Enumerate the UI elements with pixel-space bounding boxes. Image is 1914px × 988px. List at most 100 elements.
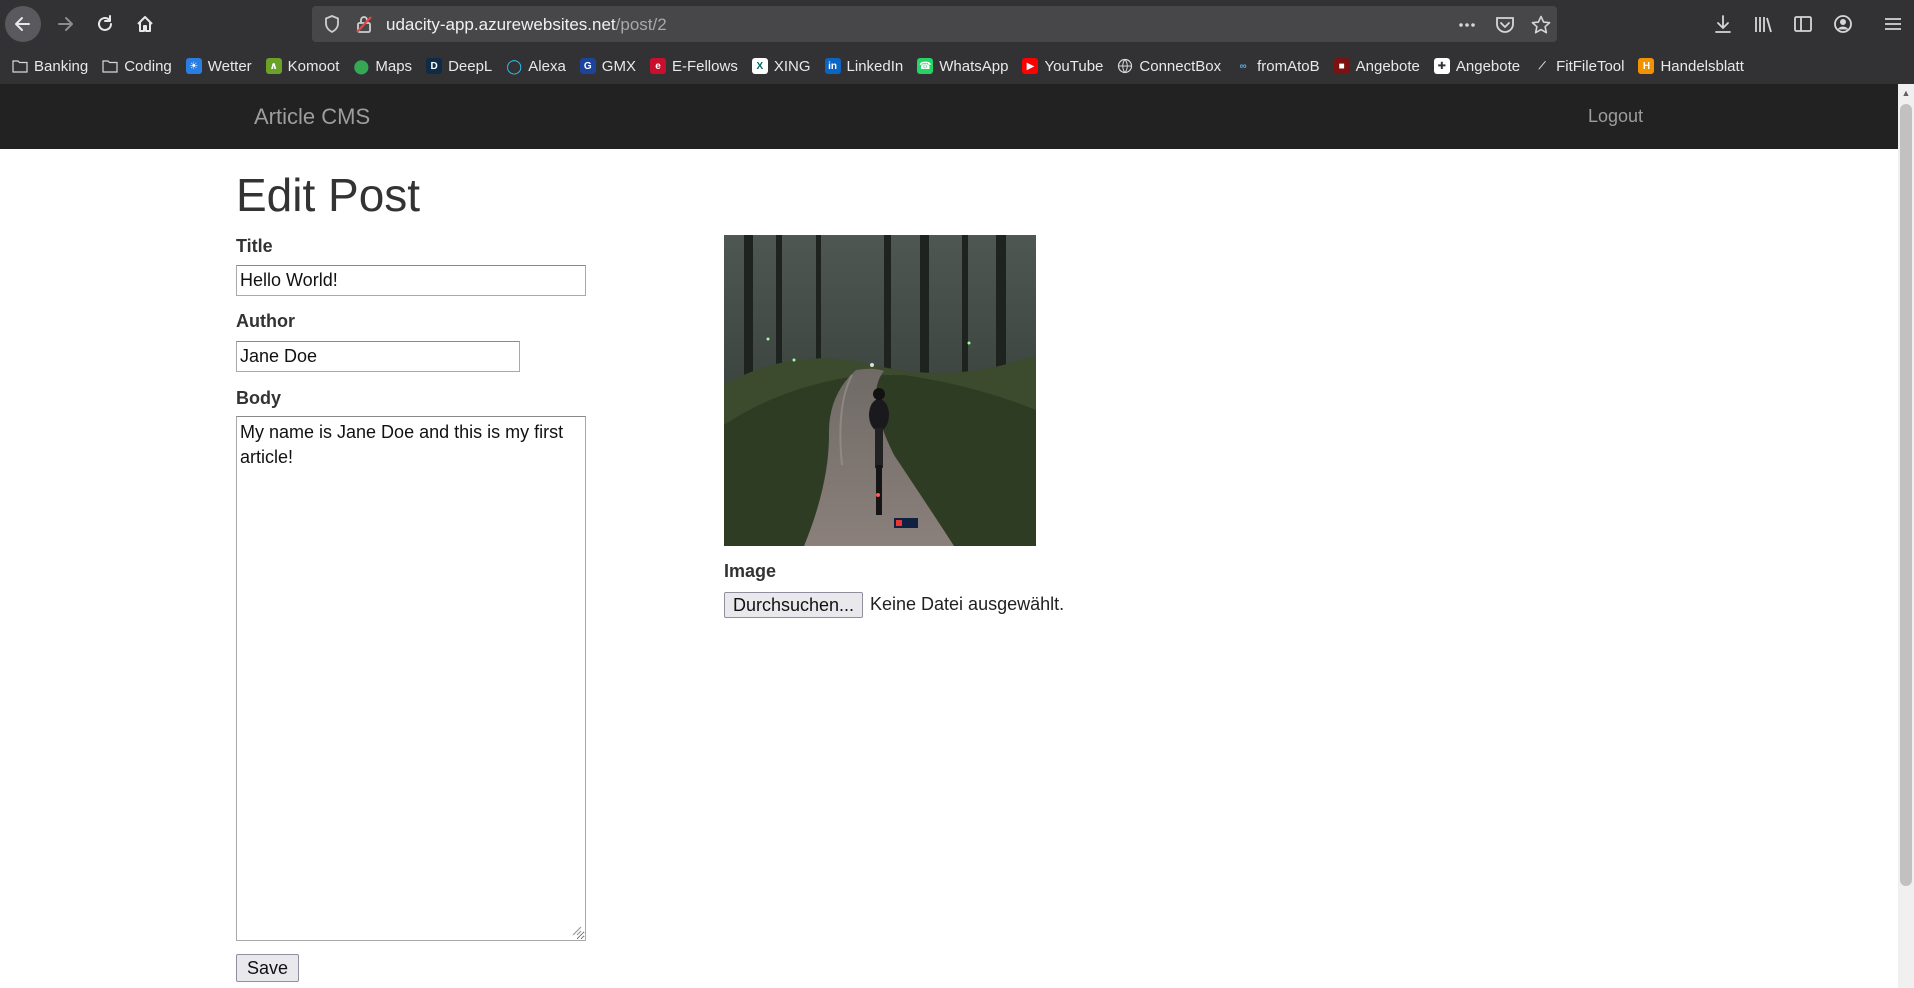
bookmark-label: Maps bbox=[375, 57, 413, 75]
komoot-icon: ∧ bbox=[265, 58, 282, 74]
bookmark-label: GMX bbox=[601, 57, 636, 75]
angebote-cross-icon: ✚ bbox=[1433, 58, 1450, 74]
brand-link[interactable]: Article CMS bbox=[254, 104, 370, 130]
bookmark-wetter[interactable]: ☀ Wetter bbox=[185, 57, 252, 75]
bookmark-linkedin[interactable]: in LinkedIn bbox=[824, 57, 904, 75]
bookmark-coding[interactable]: Coding bbox=[102, 58, 172, 75]
efellows-icon: e bbox=[649, 58, 666, 74]
insecure-lock-icon[interactable] bbox=[354, 14, 374, 34]
fromatob-icon: ∞ bbox=[1239, 60, 1247, 72]
youtube-icon: ▶ bbox=[1022, 58, 1039, 74]
bookmark-banking[interactable]: Banking bbox=[12, 58, 88, 75]
title-input[interactable] bbox=[236, 265, 586, 296]
browser-toolbar: udacity-app.azurewebsites.net/post/2 bbox=[0, 0, 1914, 48]
browser-chrome: udacity-app.azurewebsites.net/post/2 Ban… bbox=[0, 0, 1914, 84]
alexa-icon: ◯ bbox=[506, 57, 523, 74]
url-host: udacity-app.azurewebsites.net bbox=[386, 15, 616, 34]
bookmark-label: Coding bbox=[124, 57, 172, 75]
bookmark-label: Angebote bbox=[1355, 57, 1420, 75]
bookmark-label: Banking bbox=[34, 57, 89, 75]
save-button[interactable]: Save bbox=[236, 954, 299, 982]
bookmark-connectbox[interactable]: ConnectBox bbox=[1117, 58, 1221, 75]
bookmark-label: LinkedIn bbox=[846, 57, 904, 75]
bookmarks-toolbar: Banking Coding ☀ Wetter ∧ Komoot ⬤ Maps D DeepL ◯ A… bbox=[0, 50, 1914, 82]
reload-icon bbox=[98, 15, 112, 31]
resize-grip-icon[interactable] bbox=[570, 924, 582, 936]
no-file-selected-text: Keine Datei ausgewählt. bbox=[870, 594, 1065, 614]
bookmark-e-fellows[interactable]: e E-Fellows bbox=[649, 57, 738, 75]
bookmark-label: WhatsApp bbox=[939, 57, 1009, 75]
folder-icon bbox=[12, 58, 28, 74]
xing-icon: X bbox=[751, 58, 768, 74]
author-label: Author bbox=[236, 311, 295, 331]
author-input[interactable] bbox=[236, 341, 520, 372]
scrollbar-thumb[interactable] bbox=[1900, 104, 1912, 886]
weather-icon: ☀ bbox=[185, 58, 202, 74]
bookmark-gmx[interactable]: G GMX bbox=[579, 57, 636, 75]
bookmark-whatsapp[interactable]: ☎ WhatsApp bbox=[917, 58, 1008, 75]
bookmark-label: XING bbox=[773, 57, 811, 75]
whatsapp-icon: ☎ bbox=[917, 58, 934, 74]
bookmark-alexa[interactable]: ◯ Alexa bbox=[506, 57, 566, 75]
bookmark-label: Komoot bbox=[287, 57, 340, 75]
library-icon[interactable] bbox=[1752, 13, 1774, 35]
home-button[interactable] bbox=[127, 6, 163, 42]
url-bar[interactable]: udacity-app.azurewebsites.net/post/2 bbox=[312, 6, 1557, 42]
linkedin-icon: in bbox=[824, 58, 841, 74]
site-navbar: Article CMS Logout bbox=[0, 84, 1898, 149]
bookmark-fromatob[interactable]: ∞ fromAtoB bbox=[1235, 58, 1320, 75]
bookmark-star-icon[interactable] bbox=[1530, 14, 1552, 36]
bookmark-label: fromAtoB bbox=[1257, 57, 1320, 75]
arrow-left-icon bbox=[15, 17, 30, 31]
cyclist-forest-picture bbox=[724, 235, 1036, 546]
menu-icon[interactable] bbox=[1882, 13, 1904, 35]
bookmark-label: Handelsblatt bbox=[1660, 57, 1744, 75]
scroll-up-arrow-icon[interactable]: ▲ bbox=[1900, 86, 1912, 100]
browse-file-button[interactable]: Durchsuchen... bbox=[724, 592, 863, 618]
post-image bbox=[724, 235, 1036, 546]
bookmark-angebote[interactable]: ✚ Angebote bbox=[1433, 57, 1521, 75]
bookmark-label: E-Fellows bbox=[671, 57, 738, 75]
url-text[interactable]: udacity-app.azurewebsites.net/post/2 bbox=[386, 15, 667, 35]
pocket-icon[interactable] bbox=[1494, 14, 1516, 36]
bookmark-handelsblatt[interactable]: H Handelsblatt bbox=[1638, 57, 1744, 75]
account-icon[interactable] bbox=[1832, 13, 1854, 35]
bookmark-label: FitFileTool bbox=[1556, 57, 1625, 75]
bookmark-label: YouTube bbox=[1044, 57, 1104, 75]
sidebar-icon[interactable] bbox=[1792, 13, 1814, 35]
globe-icon bbox=[1117, 58, 1133, 74]
download-icon[interactable] bbox=[1712, 13, 1734, 35]
title-label: Title bbox=[236, 236, 273, 256]
shield-icon[interactable] bbox=[322, 14, 342, 34]
fitfiletool-icon: ⟋ bbox=[1538, 60, 1546, 72]
bookmark-label: DeepL bbox=[448, 57, 493, 75]
back-button[interactable] bbox=[5, 6, 41, 42]
maps-pin-icon: ⬤ bbox=[353, 57, 370, 74]
image-label: Image bbox=[724, 561, 777, 581]
more-actions-icon[interactable] bbox=[1456, 14, 1478, 36]
deepl-icon: D bbox=[426, 58, 443, 74]
bookmark-maps[interactable]: ⬤ Maps bbox=[353, 57, 413, 75]
handelsblatt-icon: H bbox=[1638, 58, 1655, 74]
url-path: /post/2 bbox=[615, 15, 667, 34]
bookmark-label: ConnectBox bbox=[1139, 57, 1222, 75]
arrow-right-icon bbox=[58, 17, 73, 31]
angebote-icon: ■ bbox=[1333, 58, 1350, 74]
bookmark-label: Angebote bbox=[1455, 57, 1521, 75]
page-title: Edit Post bbox=[236, 169, 421, 221]
bookmark-komoot[interactable]: ∧ Komoot bbox=[265, 57, 340, 75]
home-icon bbox=[137, 16, 153, 32]
bookmark-deepl[interactable]: D DeepL bbox=[426, 58, 492, 75]
bookmark-angebote[interactable]: ■ Angebote bbox=[1333, 57, 1420, 75]
bookmark-xing[interactable]: X XING bbox=[751, 57, 811, 75]
bookmark-youtube[interactable]: ▶ YouTube bbox=[1022, 58, 1103, 75]
body-label: Body bbox=[236, 388, 281, 408]
reload-button[interactable] bbox=[87, 6, 123, 42]
forward-button[interactable] bbox=[47, 6, 83, 42]
logout-link[interactable]: Logout bbox=[1588, 106, 1643, 127]
bookmark-label: Wetter bbox=[207, 57, 252, 75]
gmx-icon: G bbox=[579, 58, 596, 74]
bookmark-label: Alexa bbox=[528, 57, 566, 75]
bookmark-fitfiletool[interactable]: ⟋ FitFileTool bbox=[1534, 57, 1625, 75]
body-textarea[interactable]: My name is Jane Doe and this is my first… bbox=[236, 416, 586, 941]
